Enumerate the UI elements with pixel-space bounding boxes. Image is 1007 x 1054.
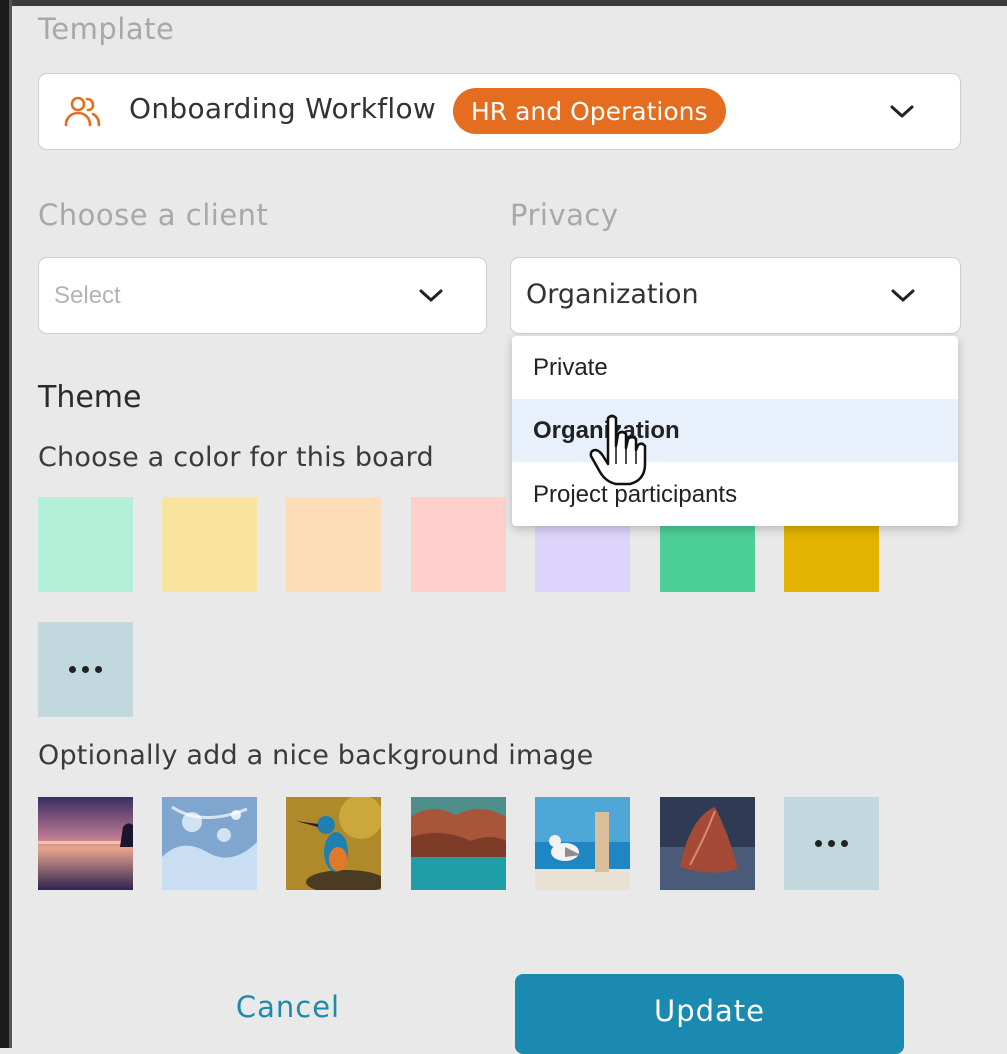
- window-top-border: [0, 0, 1007, 6]
- update-button[interactable]: Update: [515, 974, 904, 1054]
- users-icon: [63, 94, 103, 130]
- window-left-border: [0, 0, 12, 1048]
- hand-pointer-icon: [588, 412, 648, 488]
- color-swatch-mint[interactable]: [38, 497, 133, 592]
- bg-image-sunset-lake[interactable]: [38, 797, 133, 890]
- bg-image-seagull-beach[interactable]: [535, 797, 630, 890]
- theme-heading: Theme: [38, 380, 142, 415]
- privacy-option-project-participants[interactable]: Project participants: [512, 463, 958, 526]
- privacy-option-private[interactable]: Private: [512, 336, 958, 399]
- privacy-select[interactable]: Organization: [510, 257, 961, 334]
- client-label: Choose a client: [38, 198, 269, 232]
- color-swatch-pink[interactable]: [411, 497, 506, 592]
- bg-image-autumn-leaf[interactable]: [660, 797, 755, 890]
- bg-image-rocky-coast[interactable]: [411, 797, 506, 890]
- image-prompt: Optionally add a nice background image: [38, 740, 594, 771]
- privacy-label: Privacy: [510, 198, 619, 232]
- template-select[interactable]: Onboarding Workflow HR and Operations: [38, 73, 961, 150]
- more-dot-icon: [69, 666, 76, 673]
- color-swatch-yellow[interactable]: [162, 497, 257, 592]
- template-name: Onboarding Workflow: [129, 92, 437, 125]
- cancel-button[interactable]: Cancel: [188, 990, 388, 1024]
- privacy-value: Organization: [526, 279, 699, 310]
- chevron-down-icon: [418, 288, 444, 304]
- more-dot-icon: [95, 666, 102, 673]
- bg-image-kingfisher-bird[interactable]: [286, 797, 381, 890]
- more-dot-icon: [828, 840, 835, 847]
- chevron-down-icon: [889, 104, 915, 120]
- privacy-option-organization[interactable]: Organization: [512, 399, 958, 462]
- more-dot-icon: [815, 840, 822, 847]
- template-label: Template: [38, 12, 175, 46]
- more-images-button[interactable]: [784, 797, 879, 890]
- client-select[interactable]: Select: [38, 257, 487, 334]
- more-dot-icon: [82, 666, 89, 673]
- more-colors-button[interactable]: [38, 622, 133, 717]
- privacy-dropdown-menu: Private Organization Project participant…: [512, 336, 958, 526]
- more-dot-icon: [841, 840, 848, 847]
- template-category-badge: HR and Operations: [453, 88, 726, 134]
- chevron-down-icon: [890, 288, 916, 304]
- color-swatch-peach[interactable]: [286, 497, 381, 592]
- client-placeholder: Select: [54, 282, 121, 309]
- color-prompt: Choose a color for this board: [38, 442, 434, 473]
- bg-image-water-splash[interactable]: [162, 797, 257, 890]
